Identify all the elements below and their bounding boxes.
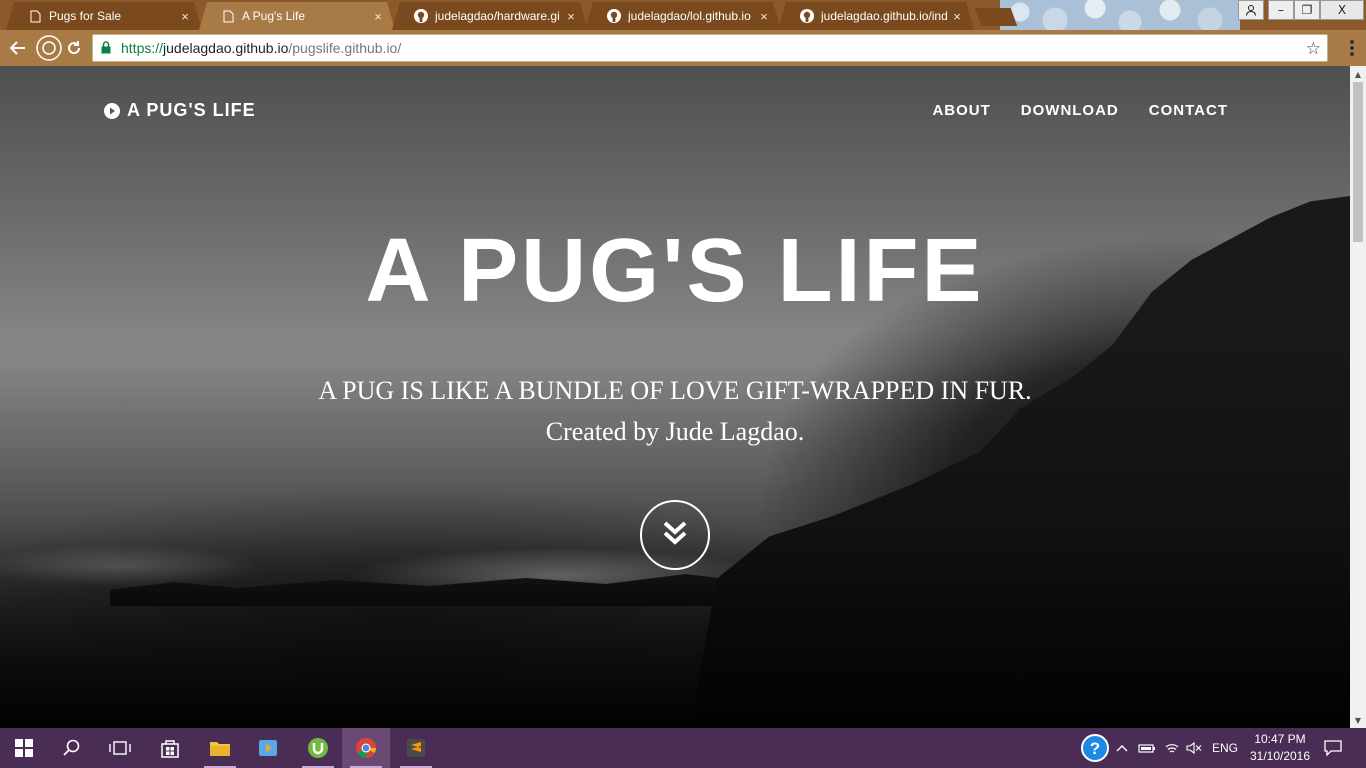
clock-date: 31/10/2016 xyxy=(1249,749,1311,763)
profile-icon[interactable] xyxy=(1238,0,1264,20)
page-icon xyxy=(221,9,235,23)
url-host: judelagdao.github.io xyxy=(163,40,289,56)
scroll-up-arrow-icon[interactable]: ▲ xyxy=(1350,66,1366,82)
hero-subtitle: A PUG IS LIKE A BUNDLE OF LOVE GIFT-WRAP… xyxy=(0,370,1350,452)
site-nav: ABOUT DOWNLOAD CONTACT xyxy=(932,102,1228,119)
tab-title: judelagdao/hardware.gi xyxy=(435,9,560,23)
tab-hardware[interactable]: judelagdao/hardware.gi × xyxy=(392,2,588,30)
double-chevron-down-icon xyxy=(661,519,689,551)
bookmark-star-icon[interactable]: ☆ xyxy=(1306,39,1321,59)
theme-artwork xyxy=(1000,0,1240,30)
brand-label: A PUG'S LIFE xyxy=(127,100,256,120)
github-icon xyxy=(414,9,428,23)
tab-title: judelagdao.github.io/ind xyxy=(821,9,948,23)
close-icon[interactable]: × xyxy=(757,9,771,24)
search-icon[interactable] xyxy=(48,728,96,768)
site-brand[interactable]: A PUG'S LIFE xyxy=(104,100,256,121)
browser-toolbar: https:// judelagdao.github.io /pugslife.… xyxy=(0,30,1366,66)
url-scheme: https:// xyxy=(121,40,164,56)
github-icon xyxy=(607,9,621,23)
github-icon xyxy=(800,9,814,23)
windows-taskbar: ? ENG 10:47 PM 31/10/2016 xyxy=(0,728,1366,768)
nav-download[interactable]: DOWNLOAD xyxy=(1021,102,1119,119)
address-bar[interactable]: https:// judelagdao.github.io /pugslife.… xyxy=(92,34,1328,62)
start-icon[interactable] xyxy=(0,728,48,768)
scrollbar-thumb[interactable] xyxy=(1353,82,1363,242)
chrome-menu-icon[interactable] xyxy=(1350,40,1354,56)
battery-icon[interactable] xyxy=(1138,728,1156,768)
store-icon[interactable] xyxy=(146,728,194,768)
tab-title: A Pug's Life xyxy=(242,9,305,23)
tab-index[interactable]: judelagdao.github.io/ind × xyxy=(778,2,974,30)
maximize-button[interactable]: ❐ xyxy=(1294,0,1320,20)
language-indicator[interactable]: ENG xyxy=(1212,728,1238,768)
page-viewport: A PUG'S LIFE ABOUT DOWNLOAD CONTACT A PU… xyxy=(0,66,1350,728)
chrome-icon[interactable] xyxy=(342,728,390,768)
close-icon[interactable]: × xyxy=(371,9,385,24)
close-window-button[interactable]: X xyxy=(1320,0,1364,20)
play-circle-icon xyxy=(104,102,120,119)
file-explorer-icon[interactable] xyxy=(196,728,244,768)
hero-tagline: A PUG IS LIKE A BUNDLE OF LOVE GIFT-WRAP… xyxy=(318,376,1032,405)
back-arrow-icon[interactable] xyxy=(8,38,28,58)
media-player-icon[interactable] xyxy=(244,728,292,768)
page-scrollbar[interactable]: ▲ ▼ xyxy=(1350,66,1366,728)
lock-icon xyxy=(101,41,113,55)
close-icon[interactable]: × xyxy=(950,9,964,24)
task-view-icon[interactable] xyxy=(96,728,144,768)
wifi-icon[interactable] xyxy=(1164,728,1180,768)
scroll-down-arrow-icon[interactable]: ▼ xyxy=(1350,712,1366,728)
close-icon[interactable]: × xyxy=(178,9,192,24)
hero-title: A PUG'S LIFE xyxy=(365,221,985,321)
url-path: /pugslife.github.io/ xyxy=(288,40,402,56)
reload-icon[interactable] xyxy=(64,38,84,58)
volume-muted-icon[interactable] xyxy=(1186,728,1202,768)
tab-pugs-for-sale[interactable]: Pugs for Sale × xyxy=(6,2,202,30)
utorrent-icon[interactable] xyxy=(294,728,342,768)
system-clock[interactable]: 10:47 PM 31/10/2016 xyxy=(1242,731,1318,765)
sublime-text-icon[interactable] xyxy=(392,728,440,768)
nav-about[interactable]: ABOUT xyxy=(932,102,990,119)
nav-contact[interactable]: CONTACT xyxy=(1149,102,1228,119)
scroll-down-button[interactable] xyxy=(640,500,710,570)
tab-lol[interactable]: judelagdao/lol.github.io × xyxy=(585,2,781,30)
tab-title: Pugs for Sale xyxy=(49,9,122,23)
clock-time: 10:47 PM xyxy=(1254,732,1306,746)
tab-title: judelagdao/lol.github.io xyxy=(628,9,751,23)
minimize-button[interactable]: – xyxy=(1268,0,1294,20)
theme-emblem-icon xyxy=(34,35,64,61)
notifications-icon[interactable] xyxy=(1324,728,1342,768)
browser-titlebar: Pugs for Sale × A Pug's Life × judelagda… xyxy=(0,0,1366,30)
page-icon xyxy=(28,9,42,23)
tab-a-pugs-life[interactable]: A Pug's Life × xyxy=(199,2,395,30)
svg-text:?: ? xyxy=(1090,739,1100,758)
help-icon[interactable]: ? xyxy=(1080,728,1110,768)
hero-credit: Created by Jude Lagdao. xyxy=(545,417,805,446)
close-icon[interactable]: × xyxy=(564,9,578,24)
new-tab-button[interactable] xyxy=(974,8,1018,26)
tray-chevron-up-icon[interactable] xyxy=(1116,728,1128,768)
